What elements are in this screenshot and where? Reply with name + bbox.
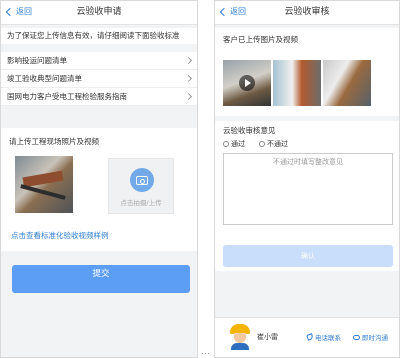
rectification-opinion-textarea[interactable]: 不通过时填写整改意见 bbox=[223, 153, 393, 225]
confirm-button[interactable]: 确认 bbox=[223, 245, 393, 267]
avatar bbox=[229, 324, 251, 350]
submit-button[interactable]: 提交 bbox=[12, 265, 190, 293]
customer-media-section: 客户已上传图片及视频 bbox=[215, 28, 399, 116]
chevron-right-icon bbox=[184, 56, 193, 65]
radio-fail-label: 不通过 bbox=[267, 140, 288, 148]
link-item-service-guide[interactable]: 国网电力客户受电工程检验服务指南 bbox=[1, 88, 197, 106]
sample-video-link[interactable]: 点击查看标准化验收视频样例 bbox=[11, 230, 109, 241]
video-thumbnail[interactable] bbox=[223, 60, 271, 106]
photo-thumbnail[interactable] bbox=[323, 60, 371, 106]
upload-label: 请上传工程现场照片及视频 bbox=[9, 137, 99, 146]
phone-icon bbox=[306, 333, 314, 341]
media-thumbnails bbox=[223, 60, 371, 106]
link-item-typical-issues[interactable]: 竣工验收典型问题清单 bbox=[1, 70, 197, 88]
radio-fail[interactable]: 不通过 bbox=[259, 139, 288, 149]
instant-chat-label: 即时沟通 bbox=[362, 334, 388, 342]
contact-name: 崔小雷 bbox=[257, 333, 278, 341]
instant-chat-button[interactable]: 即时沟通 bbox=[353, 332, 388, 342]
apply-screen: 返回 云验收申请 为了保证您上传信息有效，请仔细阅读下面验收标准 影响投运问题清… bbox=[0, 0, 198, 358]
phone-contact-button[interactable]: 电话联系 bbox=[306, 332, 341, 342]
media-label: 客户已上传图片及视频 bbox=[223, 35, 298, 44]
nav-bar: 返回 云验收申请 bbox=[1, 1, 197, 25]
chevron-right-icon bbox=[184, 74, 193, 83]
contact-footer: 崔小雷 电话联系 即时沟通 bbox=[215, 317, 399, 357]
chat-icon bbox=[353, 334, 360, 340]
chevron-right-icon bbox=[184, 92, 193, 101]
radio-circle-icon bbox=[223, 141, 229, 147]
page-title: 云验收申请 bbox=[76, 7, 122, 17]
separator-dots: ... bbox=[201, 348, 211, 356]
radio-pass-label: 通过 bbox=[231, 140, 245, 148]
uploaded-photo-thumbnail[interactable] bbox=[15, 156, 73, 213]
notice-text: 为了保证您上传信息有效，请仔细阅读下面验收标准 bbox=[1, 28, 197, 44]
add-media-button[interactable]: 点击拍摄/上传 bbox=[108, 158, 174, 214]
link-item-label: 影响投运问题清单 bbox=[7, 56, 67, 65]
nav-bar: 返回 云验收审核 bbox=[215, 1, 399, 25]
camera-icon bbox=[130, 168, 154, 192]
review-screen: 返回 云验收审核 客户已上传图片及视频 云验收审核意见 通过 不通过 不通过时填… bbox=[214, 0, 400, 358]
link-item-impact-issues[interactable]: 影响投运问题清单 bbox=[1, 52, 197, 70]
phone-contact-label: 电话联系 bbox=[315, 334, 341, 342]
decision-radio-group: 通过 不通过 bbox=[223, 139, 288, 149]
review-opinion-section: 云验收审核意见 通过 不通过 不通过时填写整改意见 确认 bbox=[215, 121, 399, 271]
add-media-label: 点击拍摄/上传 bbox=[120, 199, 162, 207]
page-title: 云验收审核 bbox=[284, 7, 330, 17]
link-item-label: 竣工验收典型问题清单 bbox=[7, 74, 82, 83]
opinion-label: 云验收审核意见 bbox=[223, 126, 276, 135]
upload-section: 请上传工程现场照片及视频 点击拍摄/上传 点击查看标准化验收视频样例 bbox=[1, 128, 197, 251]
photo-thumbnail[interactable] bbox=[273, 60, 321, 106]
radio-circle-icon bbox=[259, 141, 265, 147]
play-icon bbox=[239, 75, 255, 91]
link-item-label: 国网电力客户受电工程检验服务指南 bbox=[7, 92, 127, 101]
standard-link-list: 影响投运问题清单 竣工验收典型问题清单 国网电力客户受电工程检验服务指南 bbox=[1, 52, 197, 106]
radio-pass[interactable]: 通过 bbox=[223, 139, 245, 149]
